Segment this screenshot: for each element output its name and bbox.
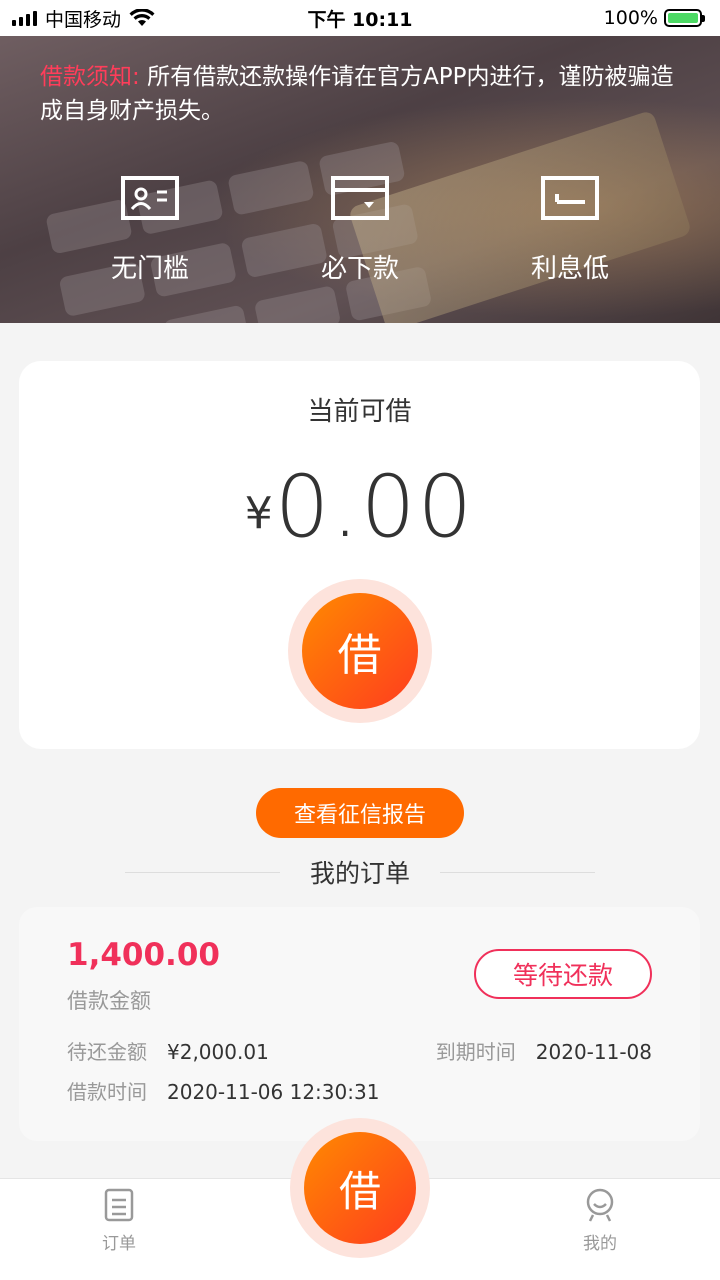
feature-guaranteed: 必下款 — [280, 174, 440, 285]
feature-label: 无门槛 — [110, 254, 189, 284]
wallet-card-icon — [331, 176, 389, 220]
available-loan-title: 当前可借 — [307, 397, 412, 427]
order-status-badge[interactable]: 等待还款 — [474, 949, 652, 999]
tab-mine[interactable]: 我的 — [540, 1187, 660, 1254]
feature-list: 无门槛 必下款 利息低 — [0, 174, 720, 285]
status-left: 中国移动 — [12, 5, 155, 32]
borrow-time-row: 借款时间 2020-11-06 12:30:31 — [67, 1076, 379, 1105]
user-face-icon — [586, 1188, 614, 1222]
available-loan-card: 当前可借 ¥0.00 借 — [19, 361, 700, 749]
tab-orders[interactable]: 订单 — [59, 1187, 179, 1254]
tab-borrow-halo: 借 — [290, 1118, 430, 1258]
signal-icon — [12, 10, 37, 26]
tab-orders-label: 订单 — [102, 1234, 136, 1254]
repay-amount-row: 待还金额 ¥2,000.01 — [67, 1036, 269, 1065]
id-card-icon — [121, 176, 179, 220]
app-screen: 中国移动 下午 10:11 100% 借款须知: 所有借款还款操作请在官方APP… — [0, 0, 720, 1280]
order-list-icon — [104, 1188, 134, 1222]
hero-banner: 借款须知: 所有借款还款操作请在官方APP内进行，谨防被骗造成自身财产损失。 无… — [0, 36, 720, 323]
view-credit-report-button[interactable]: 查看征信报告 — [256, 788, 464, 838]
battery-icon — [664, 9, 705, 27]
currency-symbol: ¥ — [244, 488, 273, 539]
due-date-row: 到期时间 2020-11-08 — [436, 1036, 652, 1065]
divider — [124, 871, 280, 873]
notice-label: 借款须知: — [40, 64, 140, 90]
borrow-time-value: 2020-11-06 12:30:31 — [167, 1080, 380, 1104]
order-amount: 1,400.00 — [67, 937, 220, 973]
status-bar: 中国移动 下午 10:11 100% — [0, 0, 720, 36]
status-right: 100% — [603, 7, 705, 29]
order-amount-label: 借款金额 — [67, 989, 151, 1013]
orders-title: 我的订单 — [309, 859, 410, 888]
order-card[interactable]: 1,400.00 借款金额 等待还款 待还金额 ¥2,000.01 到期时间 202… — [19, 907, 700, 1141]
feature-label: 必下款 — [320, 254, 399, 284]
loan-notice: 借款须知: 所有借款还款操作请在官方APP内进行，谨防被骗造成自身财产损失。 — [40, 60, 680, 128]
due-date-label: 到期时间 — [435, 1040, 516, 1064]
repay-amount-value: ¥2,000.01 — [167, 1040, 269, 1064]
repay-amount-label: 待还金额 — [67, 1040, 147, 1064]
due-date-value: 2020-11-08 — [535, 1040, 652, 1064]
feature-no-threshold: 无门槛 — [70, 174, 230, 285]
borrow-time-label: 借款时间 — [67, 1080, 147, 1104]
divider — [440, 871, 595, 873]
borrow-button-halo: 借 — [287, 579, 432, 723]
orders-section-header: 我的订单 — [0, 852, 720, 892]
amount-value: 0.00 — [274, 457, 475, 557]
tab-borrow-button[interactable]: 借 — [304, 1132, 416, 1244]
feature-label: 利息低 — [530, 254, 609, 284]
battery-percent: 100% — [603, 7, 658, 29]
tab-mine-label: 我的 — [583, 1234, 617, 1254]
available-loan-amount: ¥0.00 — [19, 464, 700, 550]
borrow-button[interactable]: 借 — [301, 593, 418, 709]
bank-card-icon — [541, 176, 599, 220]
feature-low-interest: 利息低 — [490, 174, 650, 285]
wifi-icon — [129, 9, 155, 26]
carrier-label: 中国移动 — [45, 8, 122, 31]
